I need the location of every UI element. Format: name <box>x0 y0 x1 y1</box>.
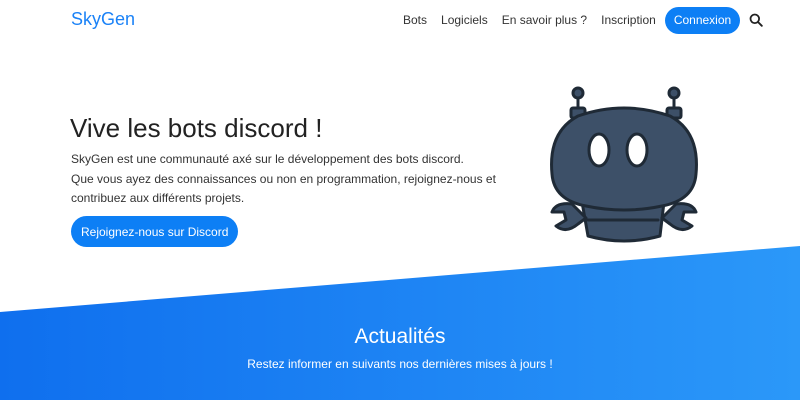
nav-link-logiciels[interactable]: Logiciels <box>434 13 495 27</box>
news-subtitle: Restez informer en suivants nos dernière… <box>247 357 553 371</box>
nav-link-bots[interactable]: Bots <box>396 13 434 27</box>
news-title: Actualités <box>354 325 446 348</box>
hero-description-line: SkyGen est une communauté axé sur le dév… <box>71 152 464 166</box>
hero-description: SkyGen est une communauté axé sur le dév… <box>71 150 501 209</box>
brand-logo[interactable]: SkyGen <box>71 9 135 30</box>
nav-links: Bots Logiciels En savoir plus ? Inscript… <box>396 6 764 34</box>
hero-description-line: contribuez aux différents projets. <box>71 191 245 205</box>
hero-title: Vive les bots discord ! <box>70 113 323 143</box>
join-discord-button[interactable]: Rejoignez-nous sur Discord <box>71 216 239 247</box>
news-section: Actualités Restez informer en suivants n… <box>0 325 800 371</box>
search-icon[interactable] <box>748 12 764 28</box>
hero-description-line: Que vous ayez des connaissances ou non e… <box>71 171 496 186</box>
discord-bot-mascot <box>550 86 698 243</box>
nav-link-en-savoir-plus[interactable]: En savoir plus ? <box>495 13 594 27</box>
login-button[interactable]: Connexion <box>664 6 741 34</box>
navbar: SkyGen Bots Logiciels En savoir plus ? I… <box>0 0 800 40</box>
nav-link-inscription[interactable]: Inscription <box>594 13 663 27</box>
